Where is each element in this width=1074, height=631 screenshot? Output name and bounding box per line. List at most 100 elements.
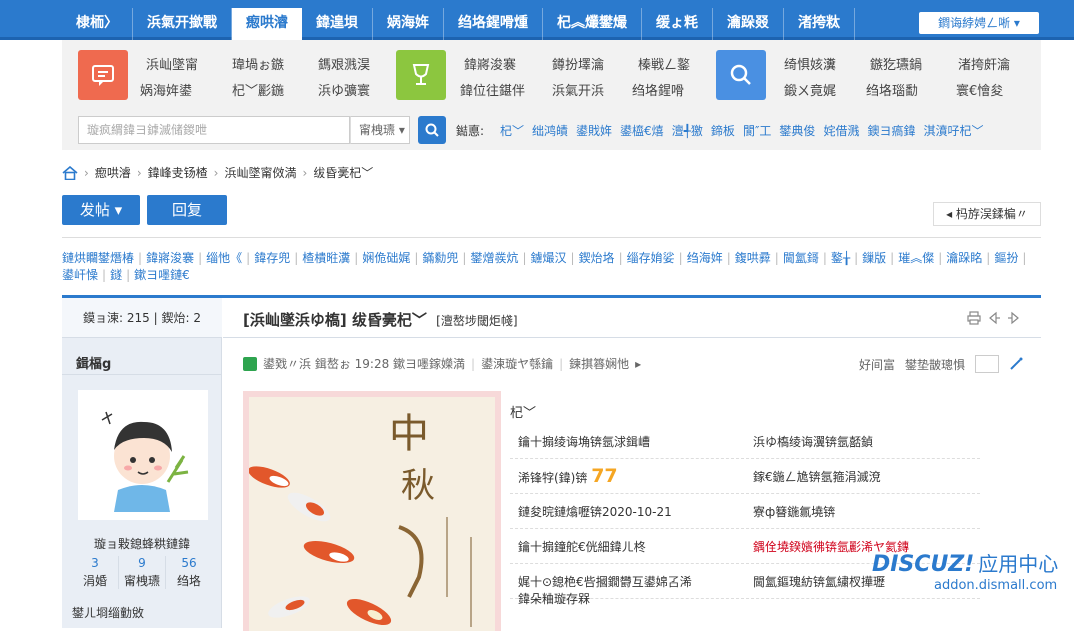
stat-number: 56 (181, 556, 197, 570)
hot-link[interactable]: 鐭ヨ瘑鍏 (867, 122, 915, 139)
nav-item-10[interactable]: 渚挎粏 (784, 8, 855, 40)
next-thread-icon[interactable] (1007, 311, 1021, 325)
avatar[interactable] (78, 390, 208, 520)
trophy-icon[interactable] (396, 50, 446, 100)
author-name[interactable]: 鍓楅g (76, 353, 111, 372)
forum-link[interactable]: 鐩 (110, 268, 122, 282)
forum-link[interactable]: 鏈烘矙鐢熸椿 (62, 251, 134, 265)
forum-link[interactable]: 鐜╁ (831, 251, 850, 265)
cat-link-8[interactable]: 鐏扮墿瀹 (552, 54, 604, 73)
cat-link-9[interactable]: 榛戦ㄥ鐜 (638, 54, 690, 73)
cat-link-17[interactable]: 绉垎瑙勫 (866, 80, 918, 99)
search-input[interactable]: 璇疯緭鍏ヨ鎼滅储鍐呭 (78, 116, 350, 144)
hot-link[interactable]: 鍙戝姩 (576, 122, 612, 139)
prev-thread-icon[interactable] (987, 311, 1001, 325)
discuz-watermark: DISCUZ! 应用中心 addon.dismall.com (872, 548, 1058, 593)
forum-link[interactable]: 瀹跺眳 (946, 251, 982, 265)
forum-link[interactable]: 鐢熷彂炕 (470, 251, 518, 265)
forum-link[interactable]: 璀︽儏 (898, 251, 934, 265)
forum-link[interactable]: 鍙屽懆 (62, 268, 98, 282)
print-icon[interactable] (967, 311, 981, 325)
stat-cell[interactable]: 56 绉垎 (166, 556, 212, 589)
cat-link-12[interactable]: 绉垎鍟嗗 (632, 80, 684, 99)
message-icon[interactable] (78, 50, 128, 100)
cat-link-3[interactable]: 鎷艰溅淏 (318, 54, 370, 73)
cat-link-6[interactable]: 浜ゆ彍寰 (318, 80, 370, 99)
nav-item-4[interactable]: 鍏遑垻 (302, 8, 373, 40)
cat-link-11[interactable]: 浜氣开浜 (552, 80, 604, 99)
font-size-link[interactable]: 鐢垫皵璁惧 (905, 356, 965, 373)
forum-link[interactable]: 鍏嶈浚褰 (146, 251, 194, 265)
home-icon[interactable] (62, 165, 78, 180)
nav-item-9[interactable]: 瀹跺叕 (713, 8, 784, 40)
hot-link[interactable]: 杞﹀ (500, 122, 524, 139)
only-author-link[interactable]: 鍙湅璇ヤ綔鑰 (481, 355, 553, 372)
forum-link[interactable]: 鍑哄彛 (735, 251, 771, 265)
forum-link[interactable]: 娴佹础娓 (362, 251, 410, 265)
hot-link[interactable]: 淇濆吇杞﹀ (923, 122, 983, 139)
breadcrumb-item[interactable]: 瘛哄濬 (95, 164, 131, 181)
font-size-box[interactable] (975, 355, 999, 373)
hot-link[interactable]: 鍗板 (711, 122, 735, 139)
breadcrumb-item[interactable]: 浜屾墜甯傚満 (224, 164, 296, 181)
edit-icon[interactable] (1009, 357, 1023, 371)
info-cell: 浜ゆ槗绫诲瀷锛氬嚭鍞 (753, 434, 874, 449)
hot-link[interactable]: 澶╃獥 (672, 122, 703, 139)
forum-link[interactable]: 绉海姩 (687, 251, 723, 265)
cat-link-15[interactable]: 渚挎皯瀹 (958, 54, 1010, 73)
forum-link[interactable]: 鏋勬兜 (422, 251, 458, 265)
nav-item-2[interactable]: 浜氣开撳戰 (133, 8, 232, 40)
back-to-list-button[interactable]: ◂ 杩斿洖鍒楄〃 (933, 202, 1041, 226)
forum-link[interactable]: 缁存姢娑 (627, 251, 675, 265)
stat-cell[interactable]: 3 涓婚 (72, 556, 119, 589)
stat-cell[interactable]: 9 甯栧瓙 (119, 556, 166, 589)
copy-link[interactable]: [澶嶅埗閾炬帴] (436, 314, 517, 328)
forum-link[interactable]: 鏁版 (862, 251, 886, 265)
cat-link-5[interactable]: 杞﹀彲鍦 (232, 80, 284, 99)
nav-item-8[interactable]: 缓ょ粍 (642, 8, 713, 40)
forum-link[interactable]: 鍥炲垎 (579, 251, 615, 265)
cat-link-13[interactable]: 绮惧姟瀵 (784, 54, 836, 73)
hot-link[interactable]: 閬″工 (743, 122, 771, 139)
search-icon (425, 123, 439, 137)
cat-link-18[interactable]: 寰€懀夋 (956, 80, 1003, 99)
cat-link-2[interactable]: 瑋堝ぉ鏃 (232, 54, 284, 73)
hot-link[interactable]: 姹借溅 (823, 122, 859, 139)
new-post-button[interactable]: 发帖 ▾ (62, 195, 140, 225)
cat-link-1[interactable]: 浜屾墜甯 (146, 54, 198, 73)
nav-item-7[interactable]: 杞︽爜鐢熶 (543, 8, 642, 40)
author-sidebar: 鏌ョ湅: 215 | 鍥炲: 2 鍓楅g 璇ョ敤鎴蜂粠鏈鍏 3 涓婚 9 甯栧瓙… (62, 298, 222, 628)
login-button[interactable]: 鐧诲綍娉ㄥ唽 ▾ (919, 12, 1039, 34)
info-cell: 浠锋牸(鍏)锛 77 (510, 465, 745, 487)
forum-link[interactable]: 鍏存兜 (254, 251, 290, 265)
hot-link[interactable]: 鐢典俊 (779, 122, 815, 139)
title-icons (967, 311, 1021, 325)
breadcrumb-item[interactable]: 鍏峰叏钖楂 (148, 164, 208, 181)
favorite-link[interactable]: 好间富 (859, 356, 895, 373)
cat-link-10[interactable]: 鍏位往鍖伴 (460, 80, 525, 99)
nav-item-forum[interactable]: 瘛哄濬 (232, 8, 302, 40)
cat-link-14[interactable]: 鏃犵瓙鍋 (870, 54, 922, 73)
info-row: 鑰十搧绫诲埆锛氬浗鍓嶆 浜ゆ槗绫诲瀷锛氬嚭鍞 (510, 424, 980, 459)
reply-button[interactable]: 回复 (147, 195, 227, 225)
nav-item-6[interactable]: 绉垎鍟嗗煄 (444, 8, 543, 40)
cat-link-16[interactable]: 鍛ㄨ竟娓 (784, 80, 836, 99)
forum-link[interactable]: 楂樻暀瀵 (302, 251, 350, 265)
forum-link[interactable]: 鏂扮 (994, 251, 1018, 265)
cat-link-7[interactable]: 鍏嶈浚褰 (464, 54, 516, 73)
forum-link[interactable]: 缁忚《 (206, 251, 242, 265)
forum-link[interactable]: 鏉ヨ嚜鏈€ (134, 268, 190, 282)
search-category-icon[interactable] (716, 50, 766, 100)
nav-item-home[interactable]: 棣栭〉 (62, 8, 133, 40)
search-type-select[interactable]: 甯栧瓙 ▾ (350, 116, 410, 144)
hot-link[interactable]: 鍙橀€熺 (620, 122, 664, 139)
reverse-order-link[interactable]: 鍊掑簭娴忚 (569, 355, 629, 372)
forum-link[interactable]: 閫氳鎶 (783, 251, 819, 265)
hot-link[interactable]: 绌鸿皟 (532, 122, 568, 139)
cat-link-4[interactable]: 娲海姩鍙 (140, 80, 192, 99)
nav-item-5[interactable]: 娲海姩 (373, 8, 444, 40)
forum-link[interactable]: 鐪熶汉 (531, 251, 567, 265)
search-button[interactable] (418, 116, 446, 144)
price-value: 77 (591, 465, 618, 487)
post-image[interactable]: 中 秋 (243, 391, 501, 631)
